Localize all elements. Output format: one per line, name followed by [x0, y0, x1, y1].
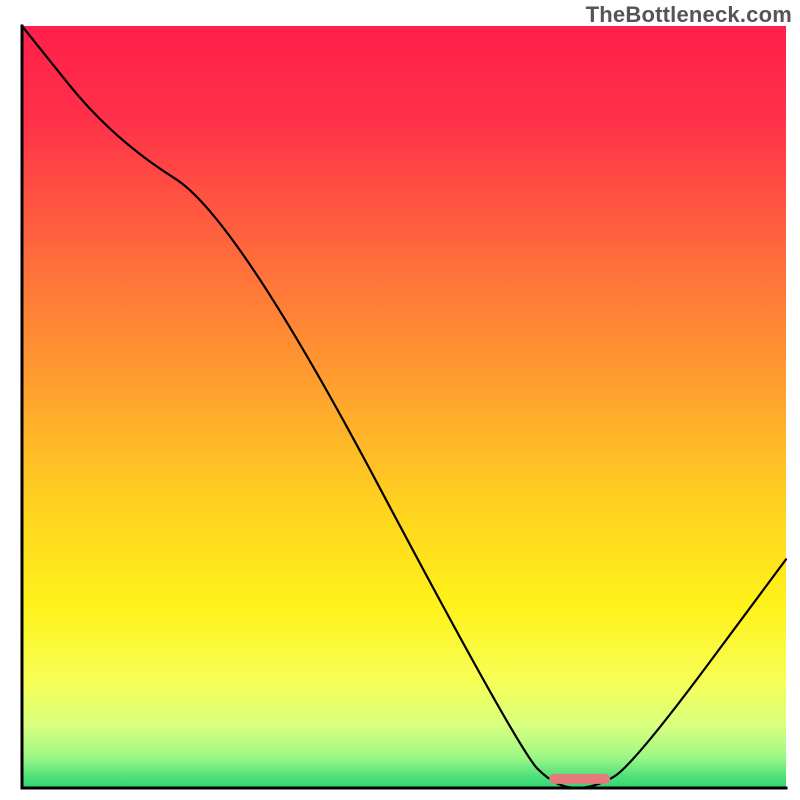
chart-container: TheBottleneck.com	[0, 0, 800, 800]
plot-background	[22, 26, 786, 788]
bottleneck-chart	[0, 0, 800, 800]
optimal-marker	[549, 774, 610, 784]
